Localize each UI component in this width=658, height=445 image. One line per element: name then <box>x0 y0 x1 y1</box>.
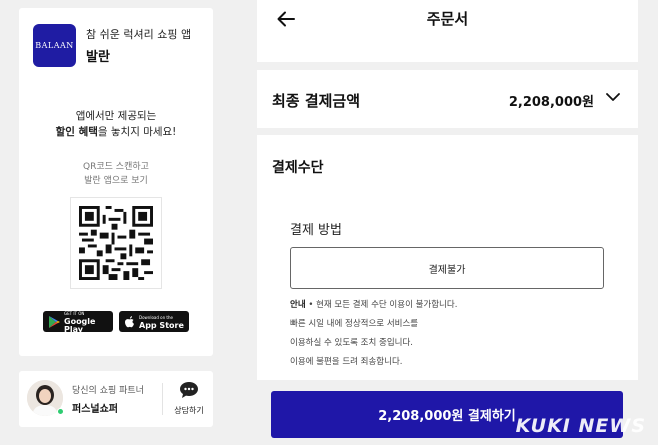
promo-line-1: 앱에서만 제공되는 <box>75 110 157 122</box>
online-status-dot <box>57 408 64 415</box>
payment-method-section: 결제수단 결제 방법 결제불가 안내 • 현재 모든 결제 수단 이용이 불가합… <box>257 135 638 380</box>
total-amount-row[interactable]: 최종 결제금액 2,208,000원 <box>257 70 638 128</box>
total-value: 2,208,000원 <box>508 95 594 110</box>
page-title: 주문서 <box>426 10 469 28</box>
section-title: 결제수단 <box>272 160 324 176</box>
payment-notice: 안내 • 현재 모든 결제 수단 이용이 불가합니다. 빠른 시일 내에 정상적… <box>290 296 457 372</box>
partner-name: 퍼스널쇼퍼 <box>72 404 118 415</box>
apple-icon <box>125 315 134 327</box>
app-promo-text: 앱에서만 제공되는 할인 혜택을 놓치지 마세요! <box>19 108 213 140</box>
qr-caption: QR코드 스캔하고 발란 앱으로 보기 <box>19 160 213 188</box>
notice-prefix: 안내 <box>290 300 306 310</box>
qr-caption-line-2: 발란 앱으로 보기 <box>84 176 148 186</box>
order-panel: 주문서 최종 결제금액 2,208,000원 결제수단 결제 방법 결제불가 안… <box>257 0 638 445</box>
google-play-label: Google Play <box>64 316 96 334</box>
notice-line-1: • 현재 모든 결제 수단 이용이 불가합니다. <box>305 300 458 310</box>
personal-shopper-card[interactable]: 당신의 쇼핑 파트너 퍼스널쇼퍼 상담하기 <box>19 371 213 427</box>
qr-caption-line-1: QR코드 스캔하고 <box>83 162 149 172</box>
app-info: BALAAN 참 쉬운 럭셔리 쇼핑 앱 발란 <box>33 24 191 67</box>
notice-line-2: 빠른 시일 내에 정상적으로 서비스를 <box>290 319 419 329</box>
consult-label: 상담하기 <box>174 406 204 415</box>
total-label: 최종 결제금액 <box>272 92 361 110</box>
partner-subtitle: 당신의 쇼핑 파트너 <box>72 386 144 396</box>
balaan-logo: BALAAN <box>33 24 76 67</box>
qr-code-icon <box>79 206 153 280</box>
promo-bold: 할인 혜택 <box>55 126 98 138</box>
app-store-label: App Store <box>139 320 184 330</box>
chevron-down-icon[interactable] <box>606 92 620 102</box>
app-store-button[interactable]: Download on the App Store <box>119 311 189 332</box>
notice-line-3: 이용하실 수 있도록 조치 중입니다. <box>290 338 413 348</box>
app-tagline: 참 쉬운 럭셔리 쇼핑 앱 <box>86 28 192 41</box>
watermark: KUKI NEWS <box>515 415 646 437</box>
app-name: 발란 <box>86 50 110 65</box>
page-header: 주문서 <box>257 0 638 62</box>
divider <box>162 383 163 415</box>
promo-line-2: 을 놓치지 마세요! <box>97 126 177 138</box>
qr-code <box>70 197 162 289</box>
payment-method-label: 결제 방법 <box>290 223 342 238</box>
app-promo-card: BALAAN 참 쉬운 럭셔리 쇼핑 앱 발란 앱에서만 제공되는 할인 혜택을… <box>19 8 213 356</box>
consult-button[interactable]: 상담하기 <box>169 381 209 416</box>
google-play-icon <box>49 315 60 328</box>
notice-line-4: 이용에 불편을 드려 죄송합니다. <box>290 357 403 367</box>
store-buttons: GET IT ON Google Play Download on the Ap… <box>43 311 189 334</box>
payment-method-select[interactable]: 결제불가 <box>290 247 604 289</box>
chat-bubble-icon <box>180 382 198 398</box>
google-play-button[interactable]: GET IT ON Google Play <box>43 311 113 334</box>
